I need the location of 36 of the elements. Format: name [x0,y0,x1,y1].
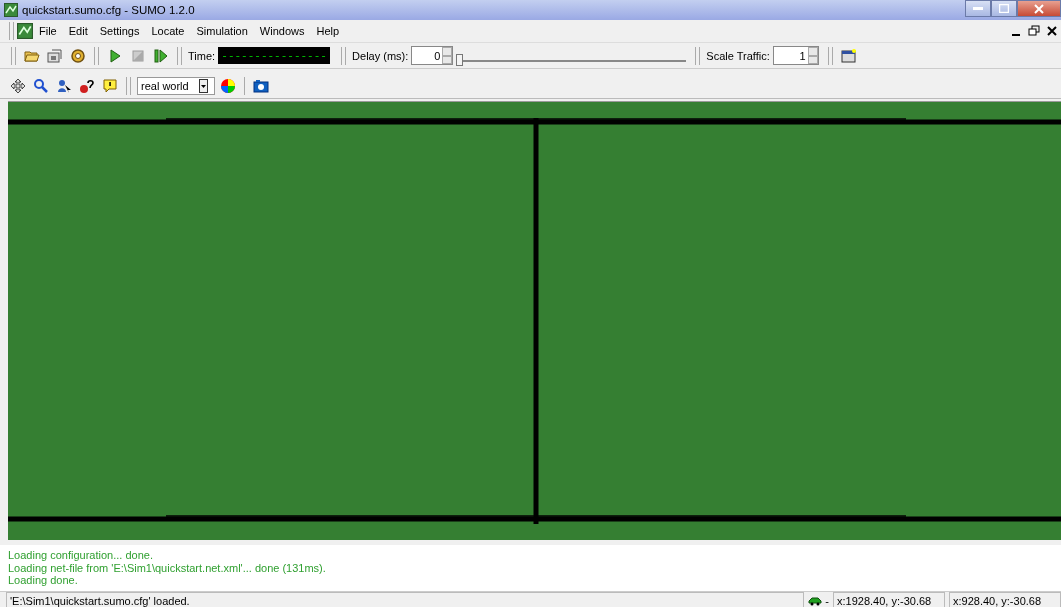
spinner-buttons[interactable] [442,47,453,64]
vehicle-label: - [825,594,829,607]
restore-button[interactable] [1027,24,1041,38]
menu-item[interactable]: Simulation [190,25,254,37]
window-title: quickstart.sumo.cfg - SUMO 1.2.0 [22,4,195,16]
close-icon [1034,3,1044,14]
maximize-icon [999,4,1009,13]
close-icon [1045,24,1059,38]
delay-field[interactable]: 0 [411,46,454,65]
close-button[interactable] [1045,24,1059,38]
app-icon [4,3,18,17]
restore-icon [1027,24,1041,38]
status-message: 'E:\Sim1\quickstart.sumo.cfg' loaded. [6,592,805,607]
menu-item[interactable]: File [33,25,63,37]
cursor-coordinates: x:1928.40, y:-30.68 [833,592,945,607]
log-message: Loading configuration... done. [8,549,154,562]
menu-item[interactable]: Help [310,25,346,37]
time-display: ---------------- [218,47,331,64]
car-icon [808,595,823,606]
minimize-icon [973,6,983,11]
color-scheme-dropdown[interactable]: real world [137,76,215,95]
geo-coordinates: x:928.40, y:-30.68 [949,592,1061,607]
delay-label: Delay (ms): [352,49,409,62]
app-icon [17,23,33,39]
menu-item[interactable]: Edit [62,25,94,37]
menu-item[interactable]: Settings [93,25,146,37]
time-label: Time: [188,49,216,62]
maximize-button[interactable] [991,0,1017,17]
log-message: Loading done. [8,574,79,587]
menu-item[interactable]: Windows [253,25,311,37]
log-message: Loading net-file from 'E:\Sim1\quickstart.net.xml'... done (131ms). [8,561,327,574]
scale-traffic-label: Scale Traffic: [706,49,770,62]
menu-item[interactable]: Locate [145,25,191,37]
minimize-icon [1012,34,1020,36]
scale-traffic-field[interactable]: 1 [772,46,819,65]
slider-thumb[interactable] [456,53,464,66]
